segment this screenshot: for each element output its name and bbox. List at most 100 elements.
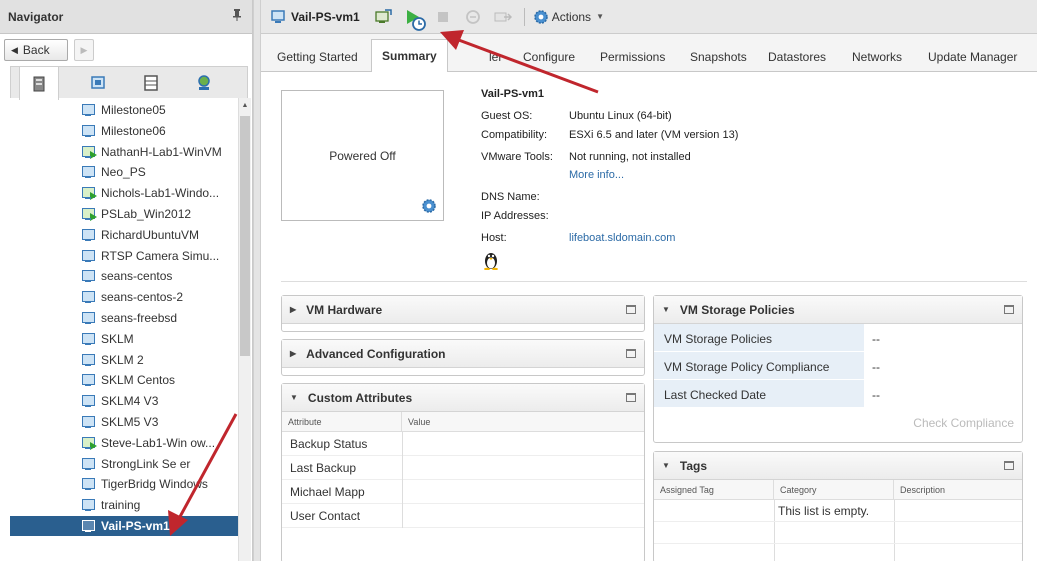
storage-policy-value: -- (864, 380, 1022, 407)
actions-label: Actions (551, 9, 592, 24)
col-category[interactable]: Category (774, 480, 894, 499)
tree-item[interactable]: RTSP Camera Simu... (10, 246, 238, 266)
tree-item[interactable]: StrongLink Se er (10, 454, 238, 474)
tree-item[interactable]: SKLM4 V3 (10, 391, 238, 411)
tree-item[interactable]: Steve-Lab1-Win ow... (10, 433, 238, 453)
vmware-tools-value: Not running, not installed (569, 151, 691, 163)
tab-monitor[interactable]: ler (489, 42, 502, 72)
host-link[interactable]: lifeboat.sldomain.com (569, 232, 675, 244)
storage-policy-value: -- (864, 324, 1022, 351)
tree-item-label: RichardUbuntuVM (101, 227, 200, 242)
attribute-row[interactable]: User Contact (282, 503, 644, 528)
network-icon (198, 75, 210, 90)
scrollbar-thumb[interactable] (240, 116, 250, 356)
tab-networks[interactable]: Networks (852, 42, 902, 72)
tab-snapshots[interactable]: Snapshots (690, 42, 747, 72)
tab-update-manager[interactable]: Update Manager (928, 42, 1017, 72)
tree-item[interactable]: seans-freebsd (10, 308, 238, 328)
tab-permissions[interactable]: Permissions (600, 42, 665, 72)
tree-item[interactable]: TigerBridg Windows (10, 474, 238, 494)
tree-item[interactable]: seans-centos-2 (10, 287, 238, 307)
tree-item[interactable]: seans-centos (10, 266, 238, 286)
tree-item-label: seans-centos-2 (101, 290, 184, 305)
advanced-config-header[interactable]: ▶ Advanced Configuration (282, 340, 644, 368)
maximize-icon[interactable] (1004, 305, 1014, 314)
tab-configure[interactable]: Configure (523, 42, 575, 72)
vm-icon (81, 124, 97, 138)
tree-item[interactable]: training (10, 495, 238, 515)
col-value[interactable]: Value (402, 412, 644, 431)
vm-icon (81, 165, 97, 179)
col-attribute[interactable]: Attribute (282, 412, 402, 431)
tree-item[interactable]: Vail-PS-vm1 (10, 516, 238, 536)
custom-attributes-header[interactable]: ▼ Custom Attributes (282, 384, 644, 412)
tree-item[interactable]: Nichols-Lab1-Windo... (10, 183, 238, 203)
dns-name-label: DNS Name: (481, 191, 540, 203)
empty-list-text: This list is empty. (778, 504, 870, 518)
vms-templates-tab[interactable] (83, 67, 113, 99)
storage-policies-panel: ▼ VM Storage Policies VM Storage Policies… (653, 295, 1023, 443)
tab-summary-label: Summary (382, 49, 437, 63)
tags-header[interactable]: ▼ Tags (654, 452, 1022, 480)
attribute-row[interactable]: Last Backup (282, 455, 644, 480)
storage-policy-row: VM Storage Policy Compliance -- (654, 352, 1022, 380)
vm-icon (271, 9, 287, 24)
tree-item[interactable]: Milestone06 (10, 121, 238, 141)
tree-item-label: Nichols-Lab1-Windo... (101, 186, 220, 201)
inventory-tree: Milestone05 Milestone06 NathanH-Lab1-WinVM… (10, 98, 238, 561)
tree-item[interactable]: SKLM5 V3 (10, 412, 238, 432)
storage-tab[interactable] (136, 67, 166, 99)
tab-datastores[interactable]: Datastores (768, 42, 826, 72)
tab-summary[interactable]: Summary (371, 39, 448, 73)
tree-item-label: Vail-PS-vm1 (101, 519, 170, 533)
custom-attributes-title: Custom Attributes (307, 390, 413, 405)
tree-item-label: SKLM 2 (101, 352, 144, 367)
pane-splitter[interactable] (253, 0, 261, 561)
col-description[interactable]: Description (894, 480, 1022, 499)
recent-task-clock-icon (411, 16, 426, 31)
tree-item[interactable]: Neo_PS (10, 162, 238, 182)
maximize-icon[interactable] (626, 393, 636, 402)
vm-console-thumbnail[interactable]: Powered Off (281, 90, 444, 221)
attribute-row[interactable]: Backup Status (282, 431, 644, 456)
attribute-name: Backup Status (290, 436, 368, 451)
more-info-link[interactable]: More info... (569, 169, 624, 181)
attribute-row[interactable]: Michael Mapp (282, 479, 644, 504)
scroll-up-icon[interactable]: ▲ (239, 98, 251, 112)
power-on-icon[interactable] (404, 8, 426, 31)
vm-icon (81, 249, 97, 263)
storage-policies-header[interactable]: ▼ VM Storage Policies (654, 296, 1022, 324)
migrate-icon[interactable] (494, 8, 512, 26)
console-icon[interactable] (374, 8, 392, 26)
tree-item[interactable]: SKLM Centos (10, 370, 238, 390)
tab-networks-label: Networks (852, 50, 903, 64)
vm-hardware-header[interactable]: ▶ VM Hardware (282, 296, 644, 324)
maximize-icon[interactable] (626, 349, 636, 358)
tree-item[interactable]: NathanH-Lab1-WinVM (10, 142, 238, 162)
tree-item[interactable]: RichardUbuntuVM (10, 225, 238, 245)
power-off-icon[interactable] (434, 8, 452, 26)
maximize-icon[interactable] (626, 305, 636, 314)
tree-item[interactable]: PSLab_Win2012 (10, 204, 238, 224)
tree-item[interactable]: Milestone05 (10, 100, 238, 120)
compatibility-value: ESXi 6.5 and later (VM version 13) (569, 129, 739, 141)
tree-item[interactable]: SKLM (10, 329, 238, 349)
forward-button[interactable]: ▶ (74, 39, 94, 61)
actions-menu[interactable]: Actions ▼ (533, 9, 604, 25)
tab-getting-started[interactable]: Getting Started (277, 42, 358, 72)
tree-item[interactable]: SKLM 2 (10, 350, 238, 370)
hosts-clusters-tab[interactable] (19, 66, 59, 100)
settings-gear-icon[interactable] (421, 198, 437, 214)
tree-item-label: Milestone05 (101, 103, 166, 117)
back-button[interactable]: ◀ Back (4, 39, 68, 61)
col-assigned-tag[interactable]: Assigned Tag (654, 480, 774, 499)
vm-icon (81, 498, 97, 512)
maximize-icon[interactable] (1004, 461, 1014, 470)
pin-icon[interactable] (232, 9, 242, 24)
networking-tab[interactable] (189, 67, 219, 99)
tree-scrollbar[interactable]: ▲ (238, 98, 251, 561)
tab-monitor-label: ler (489, 50, 503, 64)
tree-item-label: NathanH-Lab1-WinVM (101, 144, 222, 159)
suspend-icon[interactable] (464, 8, 482, 26)
check-compliance-link[interactable]: Check Compliance (654, 408, 1022, 430)
